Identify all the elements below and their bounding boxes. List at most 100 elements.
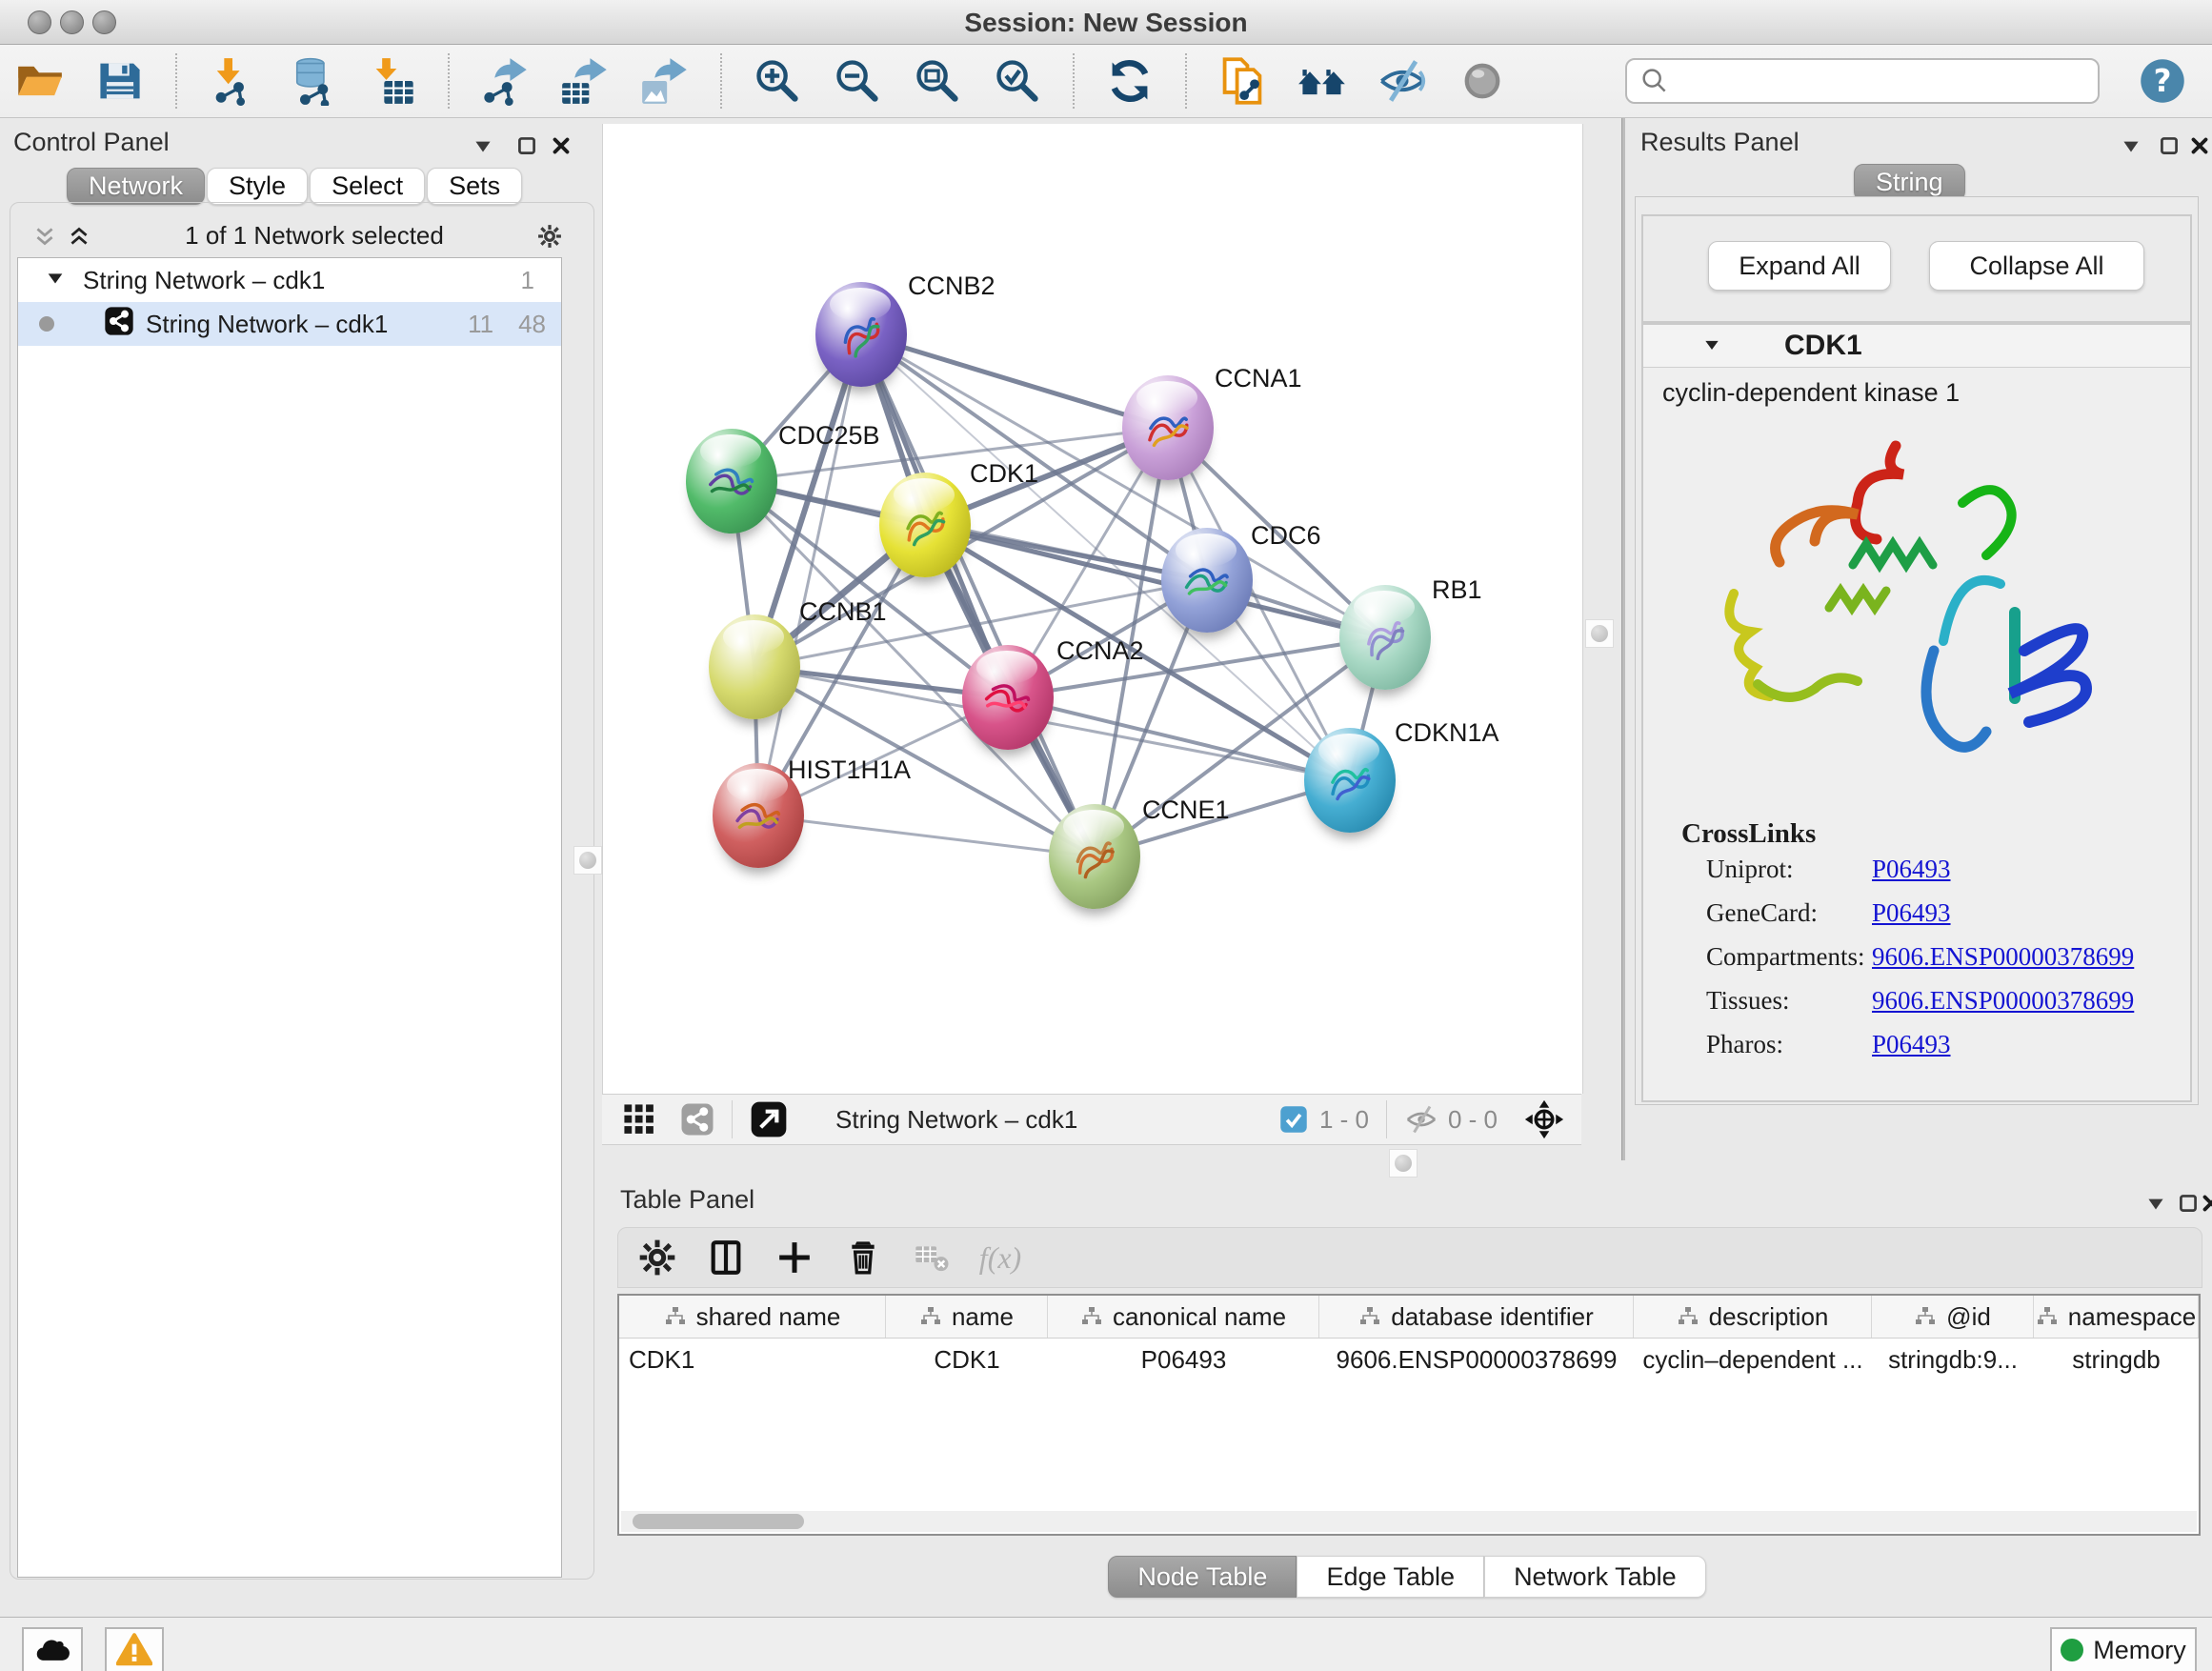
control-panel-close-icon[interactable] xyxy=(547,131,575,165)
entry-description: cyclin-dependent kinase 1 xyxy=(1662,378,1960,408)
add-column-icon[interactable] xyxy=(771,1234,818,1281)
save-session-icon[interactable] xyxy=(93,54,147,108)
cell-description[interactable]: cyclin–dependent ... xyxy=(1634,1339,1872,1380)
status-bar: Memory xyxy=(0,1617,2212,1671)
node-CCNA2[interactable] xyxy=(962,645,1054,750)
cell-shared-name[interactable]: CDK1 xyxy=(619,1339,886,1380)
crosslink-link[interactable]: 9606.ENSP00000378699 xyxy=(1872,942,2134,972)
zoom-in-icon[interactable] xyxy=(751,54,804,108)
detach-view-icon[interactable] xyxy=(750,1100,788,1138)
tab-node-table[interactable]: Node Table xyxy=(1108,1556,1297,1598)
collapse-all-icon[interactable] xyxy=(30,222,59,251)
cell-canonical-name[interactable]: P06493 xyxy=(1048,1339,1319,1380)
control-panel-collapse-icon[interactable] xyxy=(469,131,497,165)
expand-all-button[interactable]: Expand All xyxy=(1708,241,1891,291)
crosslink-link[interactable]: P06493 xyxy=(1872,855,1951,884)
edge-CCNB2-CCNA1[interactable] xyxy=(861,334,1168,428)
table-hscrollbar[interactable] xyxy=(621,1511,2197,1532)
column-header-name[interactable]: name xyxy=(886,1296,1048,1338)
network-canvas[interactable]: CCNB2CCNA1CDC25BCDK1CDC6RB1CCNB1CCNA2CDK… xyxy=(602,124,1583,1094)
node-RB1[interactable] xyxy=(1339,585,1431,690)
edge-HIST1H1A-CCNE1[interactable] xyxy=(758,815,1095,856)
clone-network-icon[interactable] xyxy=(1216,54,1269,108)
table-panel-close-icon[interactable] xyxy=(2197,1189,2212,1222)
table-row[interactable]: CDK1CDK1P064939606.ENSP00000378699cyclin… xyxy=(619,1339,2199,1380)
table-gear-icon[interactable] xyxy=(633,1234,681,1281)
entry-expander-icon[interactable] xyxy=(1702,332,1721,361)
selected-checkbox-icon[interactable] xyxy=(1279,1105,1308,1134)
cdk1-entry-header[interactable]: CDK1 xyxy=(1643,325,2190,368)
cell-namespace[interactable]: stringdb xyxy=(2034,1339,2199,1380)
node-CCNE1[interactable] xyxy=(1049,804,1140,909)
home-layout-icon[interactable] xyxy=(1296,54,1349,108)
results-panel-close-icon[interactable] xyxy=(2185,131,2212,165)
crosslink-link[interactable]: 9606.ENSP00000378699 xyxy=(1872,986,2134,1016)
cell--id[interactable]: stringdb:9... xyxy=(1872,1339,2034,1380)
node-table[interactable]: shared namenamecanonical namedatabase id… xyxy=(617,1294,2201,1536)
column-header-description[interactable]: description xyxy=(1634,1296,1872,1338)
cloud-button[interactable] xyxy=(22,1627,83,1671)
node-CDC6[interactable] xyxy=(1161,528,1253,633)
import-network-file-icon[interactable] xyxy=(206,54,259,108)
export-table-file-icon[interactable] xyxy=(558,54,612,108)
crosslink-link[interactable]: P06493 xyxy=(1872,1030,1951,1059)
export-image-icon[interactable] xyxy=(638,54,692,108)
table-panel-collapse-icon[interactable] xyxy=(2142,1189,2170,1222)
node-CDC25B[interactable] xyxy=(686,429,777,534)
open-session-icon[interactable] xyxy=(13,54,67,108)
tab-sets[interactable]: Sets xyxy=(427,168,522,205)
network-collection-row[interactable]: String Network – cdk1 1 xyxy=(18,258,561,302)
control-panel-float-icon[interactable] xyxy=(513,131,541,165)
column-header-canonical-name[interactable]: canonical name xyxy=(1048,1296,1319,1338)
edge-CCNB2-HIST1H1A[interactable] xyxy=(758,334,861,815)
memory-button[interactable]: Memory xyxy=(2050,1627,2197,1671)
horizontal-splitter-handle[interactable] xyxy=(1389,1149,1418,1178)
node-CDKN1A[interactable] xyxy=(1304,728,1396,833)
zoom-out-icon[interactable] xyxy=(831,54,884,108)
show-columns-icon[interactable] xyxy=(702,1234,750,1281)
vertical-splitter-handle-right[interactable] xyxy=(1585,619,1614,648)
table-hscrollbar-thumb[interactable] xyxy=(633,1514,804,1529)
vertical-splitter-handle-left[interactable] xyxy=(573,846,602,875)
tree-expander-icon[interactable] xyxy=(45,266,66,295)
search-input[interactable] xyxy=(1671,61,2098,101)
expand-all-icon[interactable] xyxy=(65,222,93,251)
zoom-selected-icon[interactable] xyxy=(991,54,1044,108)
tab-select[interactable]: Select xyxy=(310,168,425,205)
search-box[interactable] xyxy=(1625,58,2100,104)
column-header-shared-name[interactable]: shared name xyxy=(619,1296,886,1338)
refresh-network-icon[interactable] xyxy=(1103,54,1156,108)
column-header-namespace[interactable]: namespace xyxy=(2034,1296,2199,1338)
node-CDK1[interactable] xyxy=(879,473,971,577)
lens-icon[interactable] xyxy=(1456,54,1509,108)
tab-edge-table[interactable]: Edge Table xyxy=(1297,1556,1484,1598)
results-panel-float-icon[interactable] xyxy=(2155,131,2183,165)
tab-network[interactable]: Network xyxy=(67,168,205,205)
gear-icon[interactable] xyxy=(535,222,564,251)
cell-database-identifier[interactable]: 9606.ENSP00000378699 xyxy=(1319,1339,1634,1380)
import-table-file-icon[interactable] xyxy=(366,54,419,108)
grid-view-icon[interactable] xyxy=(623,1103,655,1136)
warning-button[interactable] xyxy=(105,1627,164,1671)
collapse-all-button[interactable]: Collapse All xyxy=(1929,241,2144,291)
help-button[interactable]: ? xyxy=(2136,54,2189,108)
results-panel-collapse-icon[interactable] xyxy=(2117,131,2145,165)
hidden-eye-icon[interactable] xyxy=(1404,1102,1438,1137)
node-CCNB1[interactable] xyxy=(709,614,800,719)
export-network-file-icon[interactable] xyxy=(478,54,532,108)
node-CCNA1[interactable] xyxy=(1122,375,1214,480)
network-row[interactable]: String Network – cdk1 11 48 xyxy=(18,302,561,346)
delete-column-icon[interactable] xyxy=(839,1234,887,1281)
column-header-database-identifier[interactable]: database identifier xyxy=(1319,1296,1634,1338)
tab-style[interactable]: Style xyxy=(207,168,308,205)
column-header--id[interactable]: @id xyxy=(1872,1296,2034,1338)
crosslink-link[interactable]: P06493 xyxy=(1872,898,1951,928)
import-network-database-icon[interactable] xyxy=(286,54,339,108)
cell-name[interactable]: CDK1 xyxy=(886,1339,1048,1380)
tab-network-table[interactable]: Network Table xyxy=(1484,1556,1706,1598)
network-share-icon[interactable] xyxy=(680,1102,714,1137)
node-CCNB2[interactable] xyxy=(815,282,907,387)
birdseye-crosshair-icon[interactable] xyxy=(1524,1099,1564,1139)
hide-unhide-icon[interactable] xyxy=(1376,54,1429,108)
zoom-fit-icon[interactable] xyxy=(911,54,964,108)
